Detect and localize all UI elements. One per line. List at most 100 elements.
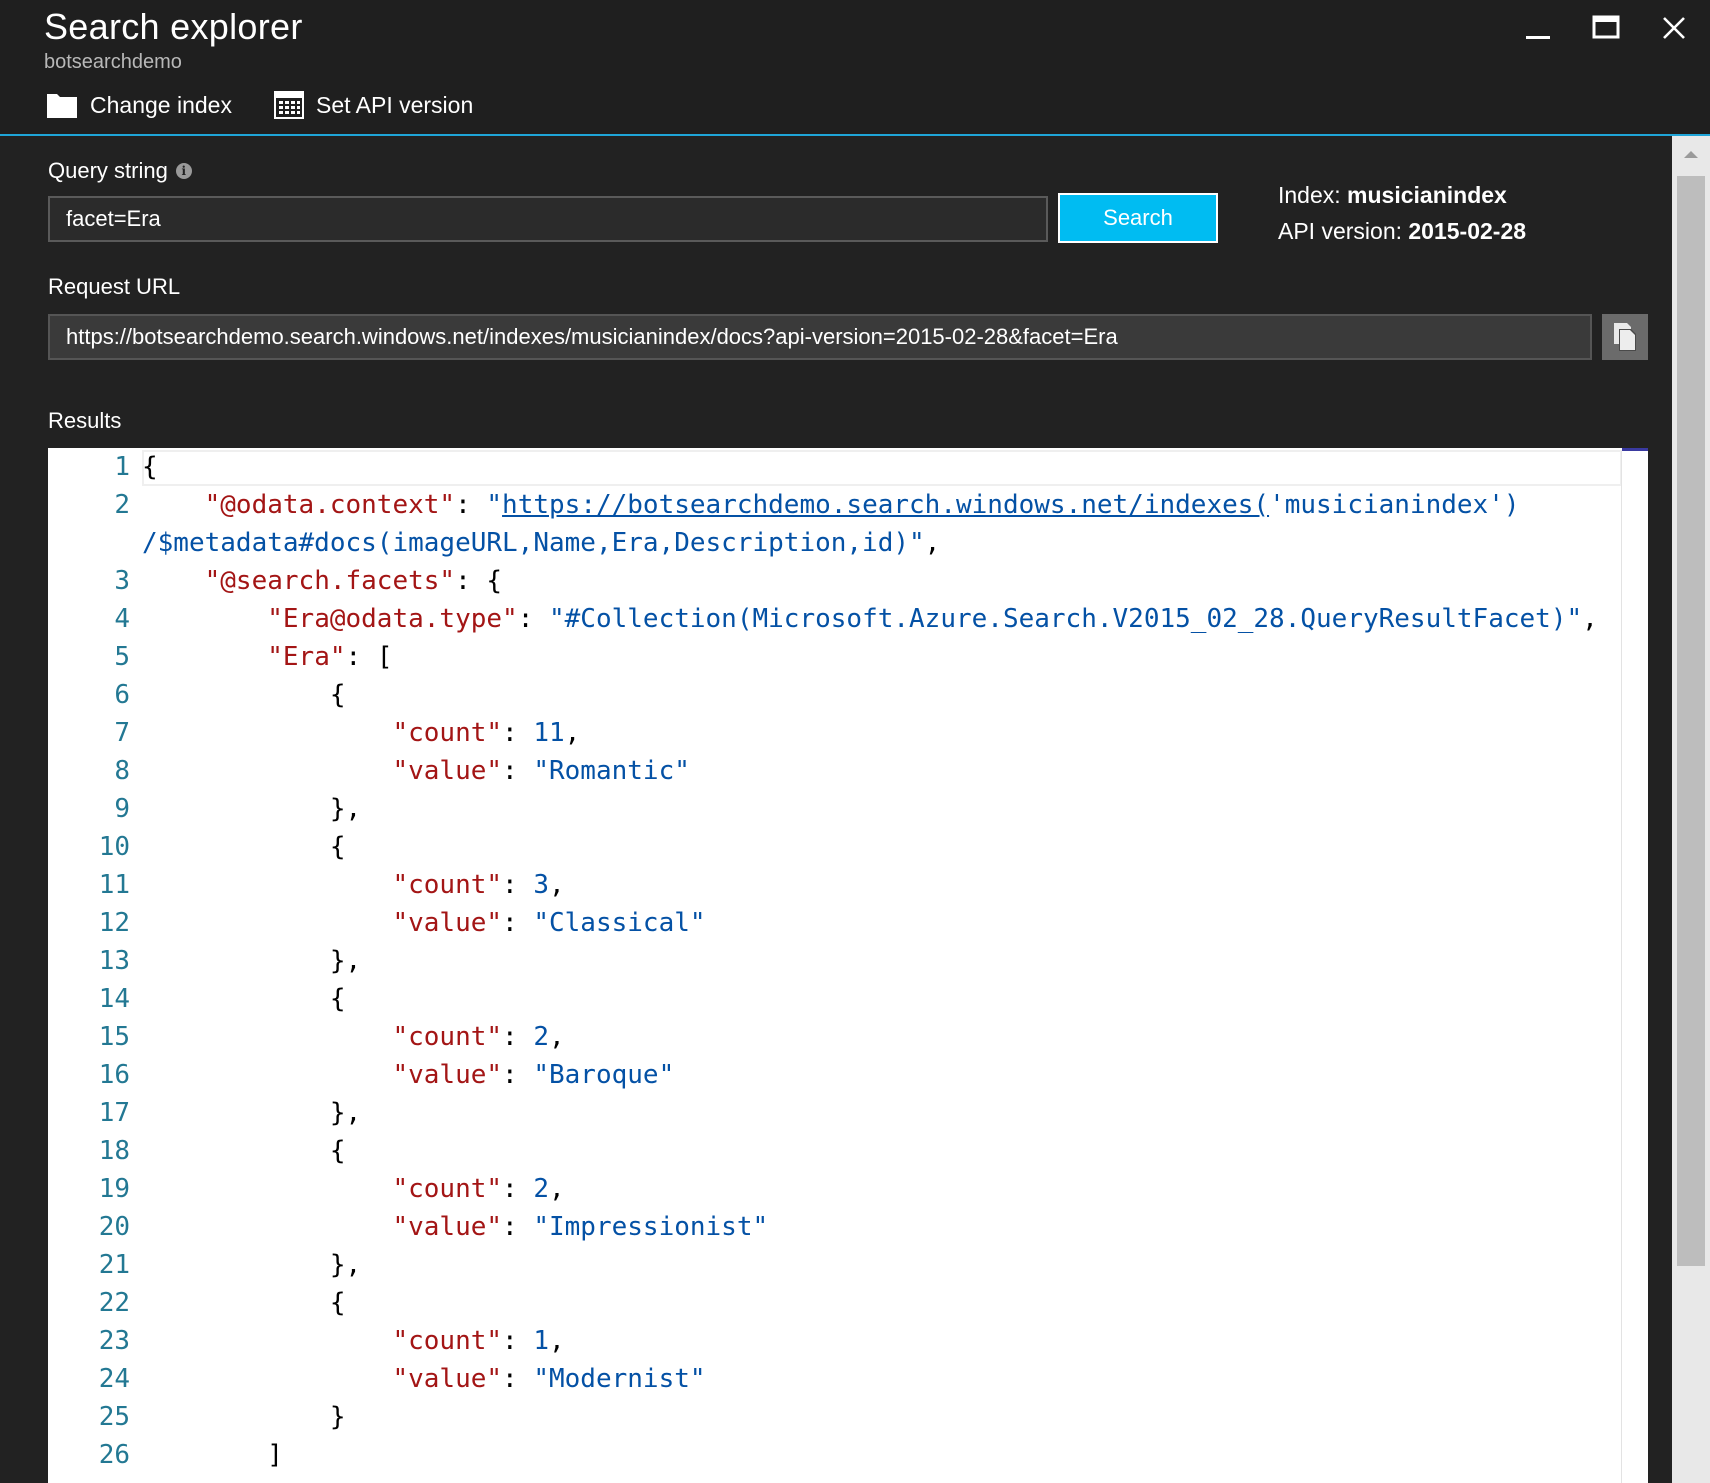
change-index-label: Change index — [90, 91, 232, 118]
code-token: { — [142, 1288, 346, 1318]
code-line: 18 { — [48, 1132, 1598, 1170]
line-number: 5 — [114, 642, 130, 672]
page-scrollbar[interactable] — [1672, 136, 1710, 1483]
code-token: "value" — [392, 1364, 503, 1394]
code-token: "value" — [392, 1060, 503, 1090]
line-number: 13 — [98, 946, 130, 976]
line-number: 11 — [98, 870, 130, 900]
set-api-version-button[interactable]: Set API version — [274, 88, 473, 122]
change-index-button[interactable]: Change index — [46, 88, 232, 122]
code-token: , — [549, 870, 565, 900]
editor-scrollbar[interactable] — [1621, 451, 1648, 1483]
line-number: 23 — [98, 1326, 130, 1356]
code-line: 11 "count": 3, — [48, 866, 1598, 904]
line-number: 22 — [98, 1288, 130, 1318]
line-number — [48, 524, 142, 562]
index-info-label: Index: — [1278, 182, 1341, 208]
api-version-info: API version: 2015-02-28 — [1278, 218, 1526, 245]
code-line: 25 } — [48, 1398, 1598, 1436]
copy-url-button[interactable] — [1602, 314, 1648, 360]
code-token: }, — [142, 1250, 362, 1280]
code-token: 3 — [533, 870, 549, 900]
code-token: "Romantic" — [533, 756, 690, 786]
blade-content: Query string i Search Index: musicianind… — [0, 136, 1672, 1483]
maximize-button[interactable] — [1582, 8, 1630, 48]
code-line: 12 "value": "Classical" — [48, 904, 1598, 942]
code-line: 9 }, — [48, 790, 1598, 828]
code-token: 'musicianindex') — [1269, 490, 1520, 520]
scroll-thumb[interactable] — [1677, 176, 1705, 1266]
info-icon[interactable]: i — [175, 163, 192, 179]
code-line: 16 "value": "Baroque" — [48, 1056, 1598, 1094]
line-number: 20 — [98, 1212, 130, 1242]
code-token: : — [502, 1326, 534, 1356]
code-token: : — [502, 908, 534, 938]
code-token: "Era" — [267, 642, 346, 672]
request-url-field[interactable]: https://botsearchdemo.search.windows.net… — [48, 314, 1592, 360]
code-token: "count" — [392, 1174, 503, 1204]
query-string-input[interactable] — [48, 196, 1048, 242]
code-line: 20 "value": "Impressionist" — [48, 1208, 1598, 1246]
code-token: : [ — [345, 642, 393, 672]
code-token: }, — [142, 946, 362, 976]
api-version-info-label: API version: — [1278, 218, 1402, 244]
code-token: : — [455, 490, 487, 520]
code-token: "Era@odata.type" — [267, 604, 518, 634]
results-editor[interactable]: 1{2 "@odata.context": " https://botsearch… — [48, 448, 1648, 1483]
scroll-up-button[interactable] — [1672, 136, 1710, 172]
search-button[interactable]: Search — [1058, 193, 1218, 243]
line-number: 14 — [98, 984, 130, 1014]
code-line: 15 "count": 2, — [48, 1018, 1598, 1056]
code-token: " — [486, 490, 503, 520]
code-token: /$metadata#docs(imageURL,Name,Era,Descri… — [142, 528, 925, 558]
minimize-button[interactable] — [1514, 8, 1562, 48]
code-token: "Classical" — [533, 908, 706, 938]
code-token: , — [564, 718, 581, 748]
code-line: 23 "count": 1, — [48, 1322, 1598, 1360]
code-token: }, — [142, 1098, 362, 1128]
code-token: 2 — [533, 1022, 549, 1052]
line-number: 6 — [114, 680, 130, 710]
code-line: 17 }, — [48, 1094, 1598, 1132]
index-info: Index: musicianindex — [1278, 182, 1507, 209]
code-token: "@search.facets" — [204, 566, 456, 596]
json-code: 1{2 "@odata.context": " https://botsearch… — [48, 448, 1598, 1474]
code-line: 13 }, — [48, 942, 1598, 980]
folder-icon — [46, 91, 78, 119]
close-button[interactable] — [1650, 8, 1698, 48]
set-api-version-label: Set API version — [316, 91, 474, 118]
code-token: "Baroque" — [533, 1060, 675, 1090]
line-number: 25 — [98, 1402, 130, 1432]
code-token: : — [502, 756, 534, 786]
code-line: 3 "@search.facets": { — [48, 562, 1598, 600]
minimize-icon — [1526, 36, 1550, 39]
code-token: } — [142, 1402, 346, 1432]
line-number: 10 — [98, 832, 130, 862]
code-token: , — [549, 1326, 565, 1356]
line-number: 4 — [114, 604, 130, 634]
code-line: 4 "Era@odata.type": "#Collection(Microso… — [48, 600, 1598, 638]
code-line: 8 "value": "Romantic" — [48, 752, 1598, 790]
query-string-label-text: Query string — [48, 158, 168, 183]
code-line: 26 ] — [48, 1436, 1598, 1474]
line-number: 8 — [114, 756, 130, 786]
code-token: : — [517, 604, 549, 634]
code-line: 2 "@odata.context": " https://botsearchde… — [48, 486, 1598, 524]
code-token: { — [142, 984, 346, 1014]
code-line: /$metadata#docs(imageURL,Name,Era,Descri… — [48, 524, 1598, 562]
code-token: { — [142, 452, 158, 482]
editor-scrollbar-marker — [1622, 448, 1648, 451]
code-token[interactable]: https://botsearchdemo.search.windows.net… — [502, 486, 1269, 524]
code-line: 14 { — [48, 980, 1598, 1018]
code-token: "count" — [392, 718, 503, 748]
line-number: 24 — [98, 1364, 130, 1394]
code-token: , — [1582, 604, 1598, 634]
